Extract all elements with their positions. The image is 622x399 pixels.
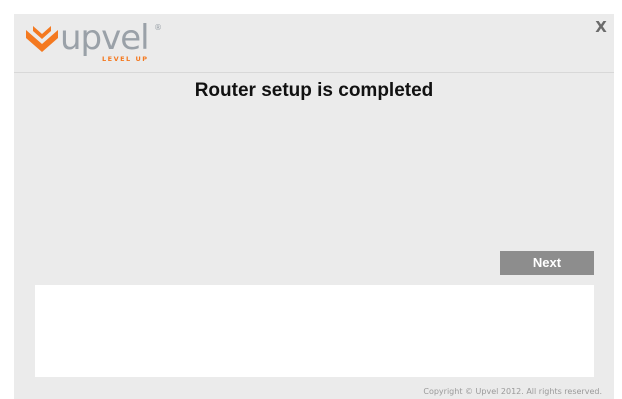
setup-window: upvel ® LEVEL UP X Router setup is compl… <box>14 14 614 399</box>
brand-tagline: LEVEL UP <box>102 55 149 63</box>
close-button[interactable]: X <box>592 18 610 36</box>
brand-name: upvel <box>60 18 150 58</box>
upvel-logo: upvel ® LEVEL UP <box>24 18 164 66</box>
registered-mark: ® <box>154 23 162 32</box>
upvel-chevron-logo-icon <box>26 26 58 52</box>
copyright-text: Copyright © Upvel 2012. All rights reser… <box>423 387 602 396</box>
info-panel <box>35 285 594 377</box>
header: upvel ® LEVEL UP X <box>14 14 614 73</box>
page-title: Router setup is completed <box>194 80 434 101</box>
next-button[interactable]: Next <box>500 251 594 275</box>
